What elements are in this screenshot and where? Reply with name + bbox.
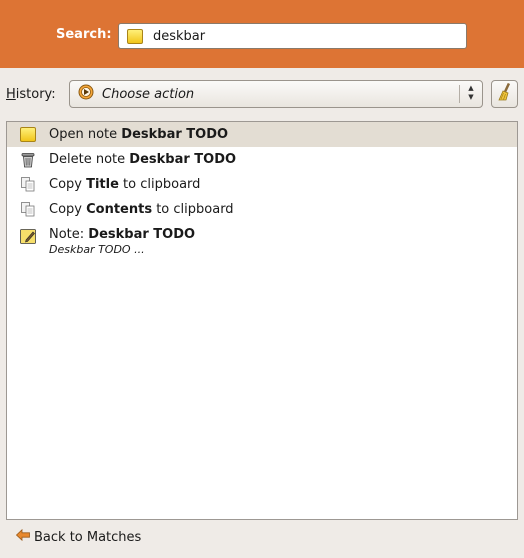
note-title: Note: Deskbar TODO [49,227,196,242]
list-item-delete-note[interactable]: Delete note Deskbar TODO [7,147,517,172]
history-label-rest: istory: [15,87,56,102]
broom-icon [497,82,513,105]
note-icon [127,28,143,44]
copy-icon [19,176,37,194]
history-label: History: [6,87,56,102]
list-item-label: Copy Contents to clipboard [49,202,234,217]
list-item-open-note[interactable]: Open note Deskbar TODO [7,122,517,147]
combo-arrows-icon: ▲ ▼ [468,84,474,101]
combo-separator [459,85,460,103]
list-item-label: Open note Deskbar TODO [49,127,229,142]
note-subtitle: Deskbar TODO ... [49,243,145,256]
back-to-matches-label: Back to Matches [34,529,142,545]
clear-history-button[interactable] [491,80,518,108]
search-input[interactable]: deskbar [118,23,467,49]
note-icon [19,126,37,144]
action-list: Open note Deskbar TODO Delete note Deskb… [6,121,518,520]
trash-icon [19,151,37,169]
history-label-mnemonic: H [6,87,16,102]
list-item-label: Copy Title to clipboard [49,177,201,192]
list-item-copy-title[interactable]: Copy Title to clipboard [7,172,517,197]
back-to-matches-button[interactable]: Back to Matches [15,528,142,545]
back-arrow-icon [15,528,30,545]
list-item-copy-contents[interactable]: Copy Contents to clipboard [7,197,517,222]
history-combo[interactable]: Choose action ▲ ▼ [69,80,483,108]
search-label: Search: [56,27,112,42]
search-bar: Search: deskbar [0,0,524,68]
action-icon [78,84,94,104]
copy-icon [19,201,37,219]
edit-note-icon [19,227,37,245]
history-combo-text: Choose action [102,86,195,102]
list-item-label: Delete note Deskbar TODO [49,152,237,167]
list-item-note[interactable]: Note: Deskbar TODO Deskbar TODO ... [7,222,517,258]
note-textblock: Note: Deskbar TODO Deskbar TODO ... [49,227,195,256]
search-input-value: deskbar [153,28,206,44]
